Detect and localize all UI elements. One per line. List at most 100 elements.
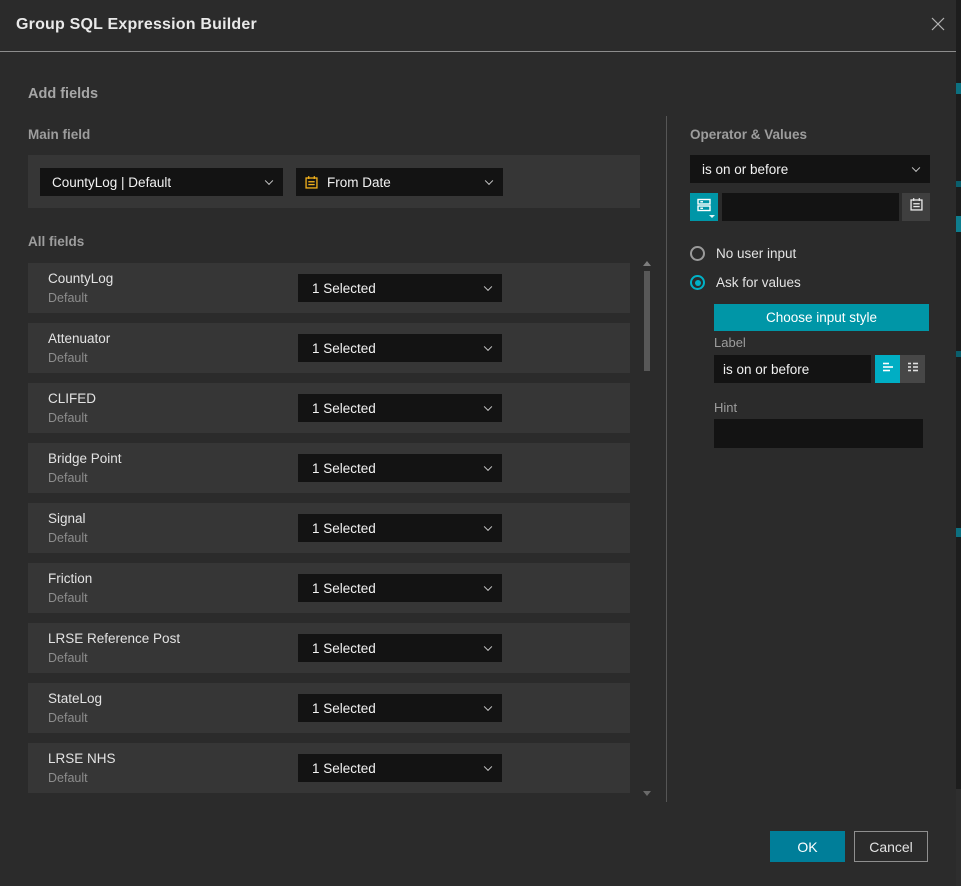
field-values-dropdown[interactable]: 1 Selected	[298, 754, 502, 782]
field-name: Friction	[48, 571, 92, 586]
chevron-down-icon	[484, 283, 492, 291]
field-name: LRSE Reference Post	[48, 631, 180, 646]
list-style-button[interactable]	[900, 355, 925, 383]
field-row: StateLog Default 1 Selected	[28, 683, 630, 733]
operator-dropdown[interactable]: is on or before	[690, 155, 930, 183]
caret-down-icon	[709, 215, 715, 218]
align-left-icon	[880, 359, 896, 380]
field-values-dropdown-value: 1 Selected	[312, 761, 376, 776]
edge-mark	[956, 216, 961, 232]
field-values-dropdown-value: 1 Selected	[312, 521, 376, 536]
field-subtitle: Default	[48, 531, 88, 545]
radio-no-user-input-label[interactable]: No user input	[716, 246, 796, 261]
field-name: LRSE NHS	[48, 751, 116, 766]
all-fields-heading: All fields	[28, 234, 84, 249]
page-edge-scroll-strip	[956, 0, 961, 886]
chevron-down-icon	[912, 164, 920, 172]
main-field-panel: CountyLog | Default From Date	[28, 155, 640, 208]
date-field-dropdown[interactable]: From Date	[296, 168, 503, 196]
field-name: Bridge Point	[48, 451, 122, 466]
value-input[interactable]	[722, 193, 899, 221]
chevron-down-icon	[484, 343, 492, 351]
close-icon	[930, 16, 946, 37]
radio-no-user-input[interactable]	[690, 246, 705, 261]
field-row: LRSE Reference Post Default 1 Selected	[28, 623, 630, 673]
ok-button[interactable]: OK	[770, 831, 845, 862]
field-subtitle: Default	[48, 771, 88, 785]
field-subtitle: Default	[48, 291, 88, 305]
choose-input-style-button[interactable]: Choose input style	[714, 304, 929, 331]
field-values-dropdown-value: 1 Selected	[312, 701, 376, 716]
field-name: StateLog	[48, 691, 102, 706]
field-subtitle: Default	[48, 591, 88, 605]
edge-mark	[956, 351, 961, 357]
operator-dropdown-value: is on or before	[702, 162, 788, 177]
operator-values-heading: Operator & Values	[690, 127, 807, 142]
value-input-type-button[interactable]	[690, 193, 718, 221]
field-values-dropdown[interactable]: 1 Selected	[298, 514, 502, 542]
calendar-icon	[909, 197, 924, 217]
field-name: CountyLog	[48, 271, 113, 286]
label-field-title: Label	[714, 335, 746, 350]
scroll-down-icon[interactable]	[643, 791, 651, 796]
label-input[interactable]	[714, 355, 871, 383]
add-fields-heading: Add fields	[28, 86, 98, 102]
chevron-down-icon	[484, 583, 492, 591]
field-values-dropdown[interactable]: 1 Selected	[298, 634, 502, 662]
layer-dropdown[interactable]: CountyLog | Default	[40, 168, 283, 196]
field-name: Attenuator	[48, 331, 110, 346]
chevron-down-icon	[484, 523, 492, 531]
field-subtitle: Default	[48, 711, 88, 725]
hint-input[interactable]	[714, 419, 923, 448]
field-row: Signal Default 1 Selected	[28, 503, 630, 553]
field-row: Friction Default 1 Selected	[28, 563, 630, 613]
chevron-down-icon	[485, 177, 493, 185]
field-values-dropdown[interactable]: 1 Selected	[298, 454, 502, 482]
field-name: CLIFED	[48, 391, 96, 406]
date-picker-button[interactable]	[902, 193, 930, 221]
field-row: CLIFED Default 1 Selected	[28, 383, 630, 433]
radio-ask-for-values[interactable]	[690, 275, 705, 290]
field-values-dropdown-value: 1 Selected	[312, 461, 376, 476]
list-icon	[905, 359, 921, 380]
scroll-up-icon[interactable]	[643, 261, 651, 266]
field-values-dropdown[interactable]: 1 Selected	[298, 334, 502, 362]
main-field-heading: Main field	[28, 127, 90, 142]
field-subtitle: Default	[48, 471, 88, 485]
field-row: CountyLog Default 1 Selected	[28, 263, 630, 313]
dialog-header: Group SQL Expression Builder	[0, 0, 961, 52]
field-name: Signal	[48, 511, 86, 526]
edge-mark	[956, 83, 961, 94]
dialog-title: Group SQL Expression Builder	[16, 16, 257, 34]
layer-dropdown-value: CountyLog | Default	[52, 175, 171, 190]
edge-mark	[956, 528, 961, 537]
field-row: LRSE NHS Default 1 Selected	[28, 743, 630, 793]
radio-ask-for-values-label[interactable]: Ask for values	[716, 275, 801, 290]
field-values-dropdown[interactable]: 1 Selected	[298, 394, 502, 422]
all-fields-list: CountyLog Default 1 Selected Attenuator …	[28, 263, 630, 803]
field-subtitle: Default	[48, 411, 88, 425]
field-values-dropdown[interactable]: 1 Selected	[298, 574, 502, 602]
single-line-style-button[interactable]	[875, 355, 900, 383]
chevron-down-icon	[484, 403, 492, 411]
close-button[interactable]	[929, 17, 947, 35]
field-values-dropdown-value: 1 Selected	[312, 281, 376, 296]
field-row: Bridge Point Default 1 Selected	[28, 443, 630, 493]
scrollbar-thumb[interactable]	[644, 271, 650, 371]
field-values-dropdown[interactable]: 1 Selected	[298, 274, 502, 302]
field-values-dropdown-value: 1 Selected	[312, 581, 376, 596]
cancel-button[interactable]: Cancel	[854, 831, 928, 862]
field-values-dropdown-value: 1 Selected	[312, 641, 376, 656]
calendar-icon	[304, 175, 319, 190]
field-row: Attenuator Default 1 Selected	[28, 323, 630, 373]
panel-divider	[666, 116, 667, 802]
field-values-dropdown[interactable]: 1 Selected	[298, 694, 502, 722]
date-field-dropdown-value: From Date	[327, 175, 391, 190]
chevron-down-icon	[484, 463, 492, 471]
edge-mark	[956, 789, 961, 886]
chevron-down-icon	[265, 177, 273, 185]
field-values-dropdown-value: 1 Selected	[312, 341, 376, 356]
field-subtitle: Default	[48, 351, 88, 365]
chevron-down-icon	[484, 763, 492, 771]
chevron-down-icon	[484, 703, 492, 711]
